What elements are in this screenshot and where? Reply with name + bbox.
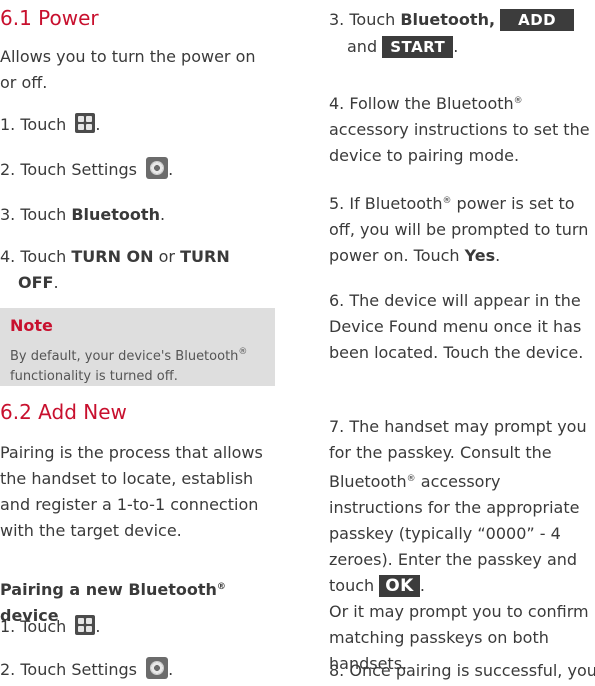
step-text: . bbox=[168, 660, 174, 679]
add-button: ADD bbox=[500, 9, 575, 31]
step-text: accessory instructions to set the device… bbox=[329, 120, 590, 165]
step-text: 5. If Bluetooth bbox=[329, 194, 443, 213]
registered-mark: ® bbox=[238, 347, 248, 357]
step-text: or bbox=[153, 247, 181, 266]
note-text-line: functionality is turned off. bbox=[10, 369, 178, 384]
ok-button: OK bbox=[379, 575, 420, 597]
yes-label: Yes bbox=[464, 246, 496, 265]
step-text: . bbox=[453, 37, 459, 56]
step-text: . bbox=[53, 273, 59, 292]
step-text: . bbox=[419, 576, 425, 595]
power-intro: Allows you to turn the power on or off. bbox=[0, 47, 256, 92]
step-text: . bbox=[95, 617, 101, 636]
registered-mark: ® bbox=[216, 582, 226, 592]
pairing-step-1: 1. Touch . bbox=[0, 614, 100, 640]
section-6-1-title: 6.1 Power bbox=[0, 6, 99, 30]
bluetooth-label: Bluetooth bbox=[71, 205, 160, 224]
pairing-step-8: 8. Once pairing is successful, you bbox=[329, 661, 595, 680]
note-text: By default, your device's Bluetooth® fun… bbox=[10, 342, 270, 387]
step-text: 4. Follow the Bluetooth bbox=[329, 94, 514, 113]
menu-grid-icon bbox=[75, 113, 96, 133]
step-text: and bbox=[347, 37, 378, 56]
pairing-step-3: 3. Touch Bluetooth, ADD and START. bbox=[329, 6, 595, 60]
menu-grid-icon bbox=[75, 615, 96, 635]
add-new-intro: Pairing is the process that allows the h… bbox=[0, 443, 263, 540]
step-text: . bbox=[495, 246, 501, 265]
settings-gear-icon bbox=[146, 657, 169, 679]
power-step-2: 2. Touch Settings . bbox=[0, 157, 173, 183]
start-button: START bbox=[382, 36, 454, 58]
pairing-step-5: 5. If Bluetooth® power is set to off, yo… bbox=[329, 188, 595, 269]
power-step-1: 1. Touch . bbox=[0, 112, 100, 138]
settings-label: Settings bbox=[71, 160, 137, 179]
registered-mark: ® bbox=[513, 96, 523, 106]
pairing-step-7: 7. The handset may prompt you for the pa… bbox=[329, 414, 595, 677]
step-text: 1. Touch bbox=[0, 115, 72, 134]
step-text: 3. Touch bbox=[329, 10, 401, 29]
settings-label: Settings bbox=[71, 660, 137, 679]
note-title: Note bbox=[10, 316, 53, 335]
step-text: 1. Touch bbox=[0, 617, 72, 636]
note-box: Note By default, your device's Bluetooth… bbox=[0, 308, 275, 386]
settings-gear-icon bbox=[146, 157, 169, 179]
step-text: 3. Touch bbox=[0, 205, 72, 224]
bluetooth-label: Bluetooth, bbox=[400, 10, 496, 29]
pairing-heading-text: Pairing a new Bluetooth bbox=[0, 580, 217, 599]
section-6-2-title: 6.2 Add New bbox=[0, 400, 127, 424]
registered-mark: ® bbox=[406, 474, 416, 484]
pairing-step-2: 2. Touch Settings . bbox=[0, 657, 173, 683]
step-text: 4. Touch bbox=[0, 247, 72, 266]
step-text: . bbox=[95, 115, 101, 134]
note-text-line: By default, your device's Bluetooth bbox=[10, 349, 239, 364]
step-text: . bbox=[159, 205, 166, 224]
step-text: 2. Touch bbox=[0, 160, 72, 179]
pairing-step-4: 4. Follow the Bluetooth® accessory instr… bbox=[329, 88, 595, 169]
step-text: 2. Touch bbox=[0, 660, 72, 679]
turn-on-label: TURN ON bbox=[71, 247, 154, 266]
pairing-step-6: 6. The device will appear in the Device … bbox=[329, 291, 584, 362]
turn-off-label: OFF bbox=[18, 273, 54, 292]
turn-off-label: TURN bbox=[180, 247, 230, 266]
power-step-4: 4. Touch TURN ON or TURN OFF. bbox=[0, 244, 275, 296]
power-step-3: 3. Touch Bluetooth. bbox=[0, 202, 165, 228]
step-text: . bbox=[168, 160, 174, 179]
